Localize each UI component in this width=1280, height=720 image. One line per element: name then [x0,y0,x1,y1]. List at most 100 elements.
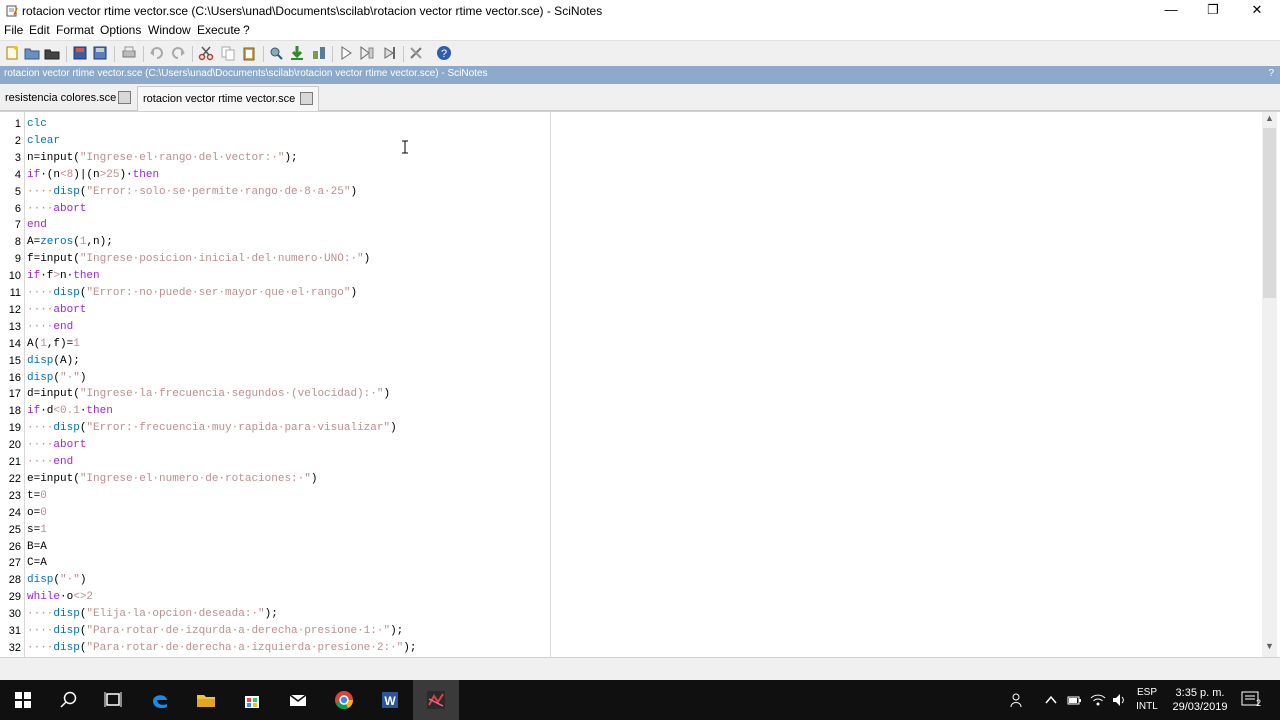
code-token: t= [27,489,41,502]
code-token: A( [27,337,41,350]
system-clock[interactable]: 3:35 p. m. 29/03/2019 [1162,686,1238,714]
open-folder-icon[interactable] [24,45,40,61]
line-number: 18 [8,405,21,418]
redo-icon[interactable] [170,45,186,61]
input-language-indicator[interactable]: ESP INTL [1133,686,1161,714]
load-into-scilab-icon[interactable] [311,45,327,61]
find-icon[interactable] [268,45,284,61]
info-help-icon[interactable]: ? [1268,68,1274,79]
menu-options[interactable]: Options [100,23,141,37]
print-icon[interactable] [121,45,137,61]
code-token: >25 [99,168,120,181]
code-token: <0.1 [53,405,80,418]
menu-execute[interactable]: Execute [197,23,240,37]
close-tab-icon[interactable] [118,91,131,104]
code-token: ); [264,608,278,621]
code-token: n=input( [27,151,80,164]
title-bar: rotacion vector rtime vector.sce (C:\Use… [0,0,1280,22]
menu-edit[interactable]: Edit [29,23,50,37]
tab-rotacion-vector[interactable]: rotacion vector rtime vector.sce [137,86,319,111]
wifi-icon[interactable] [1090,692,1106,708]
open-file-icon[interactable] [44,45,60,61]
code-token: ) [390,422,397,435]
code-text: d=input("Ingrese·la·frecuencia·segundos·… [27,388,390,400]
task-view-button[interactable] [90,680,136,720]
line-number: 26 [8,540,21,553]
run-with-echo-icon[interactable] [359,45,375,61]
code-token: A= [27,236,41,249]
code-text: ····abort [27,304,86,316]
run-icon[interactable] [338,45,354,61]
code-token: ·(n [40,168,61,181]
save-icon[interactable] [72,45,88,61]
scroll-up-icon[interactable]: ▲ [1262,113,1277,129]
code-token: end [27,219,47,232]
code-token: disp [53,641,80,654]
taskbar-scilab[interactable] [413,680,459,720]
line-number: 13 [8,320,21,333]
store-bag-icon [245,696,259,708]
code-token: ); [284,151,298,164]
toolbar: ? [0,40,1280,67]
minimize-button[interactable]: — [1148,0,1194,22]
notification-count-badge: 2 [1256,698,1262,708]
code-editor[interactable]: 1 clc 2 clear 3 n=input("Ingrese·el·rango·del… [0,111,1280,658]
save-as-icon[interactable] [92,45,108,61]
window-title: rotacion vector rtime vector.sce (C:\Use… [22,4,603,18]
undo-icon[interactable] [149,45,165,61]
code-token: <>2 [73,591,94,604]
menu-format[interactable]: Format [56,23,94,37]
people-icon[interactable] [1010,692,1026,708]
taskbar-mail[interactable] [275,680,321,720]
line-number: 14 [8,337,21,350]
code-text: ····disp("Error:·solo·se·permite·rango·d… [27,186,357,198]
new-file-icon[interactable] [4,45,20,61]
code-token: 1 [40,523,47,536]
code-text: disp(A); [27,355,80,367]
menu-help[interactable]: ? [243,23,250,37]
run-selection-icon[interactable] [382,45,398,61]
code-token: ) [363,253,371,266]
line-number: 12 [8,303,21,316]
scrollbar-thumb[interactable] [1263,128,1276,298]
battery-icon[interactable] [1066,693,1082,707]
start-button[interactable] [0,680,46,720]
maximize-button[interactable]: ❐ [1190,0,1236,22]
line-number: 28 [8,574,21,587]
taskbar-file-explorer[interactable] [183,680,229,720]
copy-icon[interactable] [220,45,236,61]
volume-icon[interactable] [1111,692,1127,708]
tab-resistencia-colores[interactable]: resistencia colores.sce [0,86,134,110]
code-token: e=input( [27,472,80,485]
taskbar-chrome[interactable] [321,680,367,720]
menu-file[interactable]: File [4,23,23,37]
menu-window[interactable]: Window [148,23,191,37]
taskbar-word[interactable]: W [367,680,413,720]
close-window-button[interactable]: ✕ [1234,0,1280,22]
close-tab-icon[interactable] [300,92,313,105]
paste-icon[interactable] [241,45,257,61]
help-icon[interactable]: ? [436,45,452,61]
code-text: A(1,f)=1 [27,338,80,350]
cut-icon[interactable] [198,45,214,61]
taskbar-edge[interactable] [137,680,183,720]
code-token: ···· [27,625,54,637]
scroll-down-icon[interactable]: ▼ [1262,641,1277,657]
code-token: "Error:·solo·se·permite·rango·de·8·a·25" [86,185,351,198]
code-text: end [27,219,47,231]
code-token: then [73,270,100,283]
download-execute-icon[interactable] [289,45,305,61]
search-button[interactable] [46,680,92,720]
code-text: ····end [27,456,73,468]
code-token: )|(n [73,168,100,181]
code-token: ); [403,641,417,654]
code-token: C=A [27,557,47,570]
line-number: 7 [14,219,21,232]
code-token: if [27,405,41,418]
code-token: while [27,591,61,604]
code-token: disp [53,625,80,637]
taskbar-store[interactable] [229,680,275,720]
tools-icon[interactable] [408,45,424,61]
chevron-up-icon[interactable] [1044,694,1058,706]
code-token: abort [53,439,87,452]
